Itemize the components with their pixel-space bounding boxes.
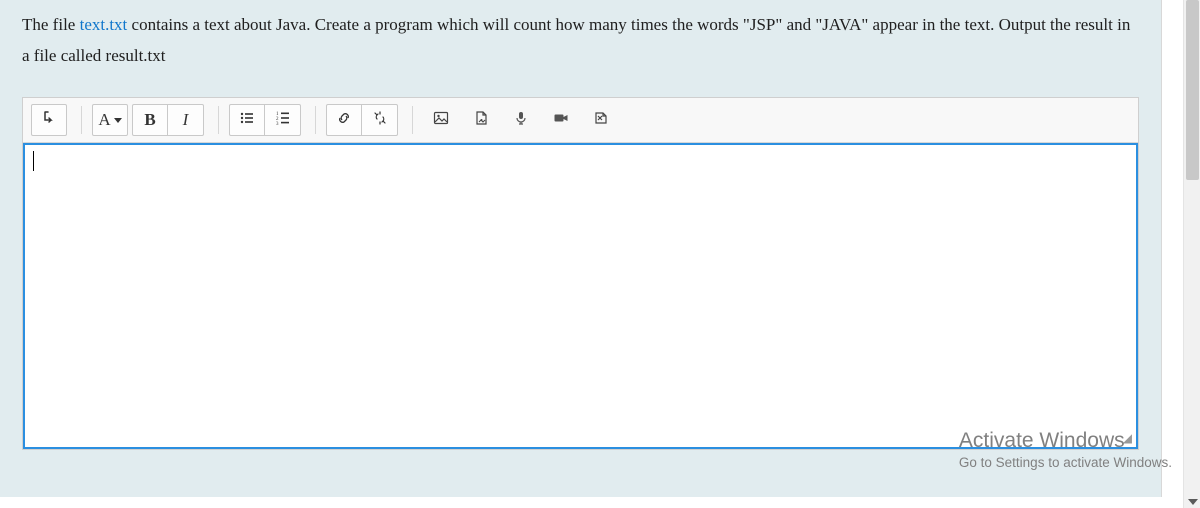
insert-image-button[interactable] (423, 104, 459, 136)
file-link[interactable]: text.txt (80, 15, 128, 34)
toolbar-separator (412, 106, 413, 134)
italic-button[interactable]: I (168, 104, 204, 136)
question-prefix: The file (22, 15, 80, 34)
question-panel: The file text.txt contains a text about … (0, 0, 1162, 497)
italic-label: I (183, 110, 189, 130)
attachment-icon (593, 110, 609, 131)
text-cursor (33, 151, 34, 171)
scrollbar-thumb[interactable] (1186, 0, 1199, 180)
remove-link-button[interactable] (362, 104, 398, 136)
unordered-list-button[interactable] (229, 104, 265, 136)
ordered-list-button[interactable]: 123 (265, 104, 301, 136)
file-icon (473, 110, 489, 131)
svg-text:3: 3 (276, 122, 279, 126)
font-label: A (98, 110, 110, 130)
image-icon (433, 110, 449, 131)
insert-attachment-button[interactable] (583, 104, 619, 136)
text-direction-button[interactable] (31, 104, 67, 136)
record-video-button[interactable] (543, 104, 579, 136)
link-icon (336, 110, 352, 131)
editor-toolbar: A B I 123 (23, 98, 1138, 143)
insert-file-button[interactable] (463, 104, 499, 136)
resize-handle-icon[interactable]: ◢ (1123, 431, 1132, 445)
bold-button[interactable]: B (132, 104, 168, 136)
microphone-icon (513, 110, 529, 131)
list-ul-icon (239, 110, 255, 131)
record-audio-button[interactable] (503, 104, 539, 136)
rich-text-editor: A B I 123 (22, 97, 1139, 450)
unlink-icon (372, 110, 388, 131)
list-ol-icon: 123 (275, 110, 291, 131)
insert-link-button[interactable] (326, 104, 362, 136)
scrollbar-down-arrow-icon[interactable] (1188, 499, 1198, 505)
toolbar-separator (218, 106, 219, 134)
chevron-down-icon (114, 118, 122, 123)
toolbar-separator (315, 106, 316, 134)
bold-label: B (144, 110, 155, 130)
question-suffix: contains a text about Java. Create a pro… (22, 15, 1130, 65)
video-icon (553, 110, 569, 131)
font-style-dropdown[interactable]: A (92, 104, 128, 136)
question-text: The file text.txt contains a text about … (22, 10, 1139, 71)
toolbar-separator (81, 106, 82, 134)
arrow-down-right-icon (41, 110, 57, 131)
editor-textarea[interactable]: ◢ (23, 143, 1138, 449)
vertical-scrollbar[interactable] (1183, 0, 1200, 508)
